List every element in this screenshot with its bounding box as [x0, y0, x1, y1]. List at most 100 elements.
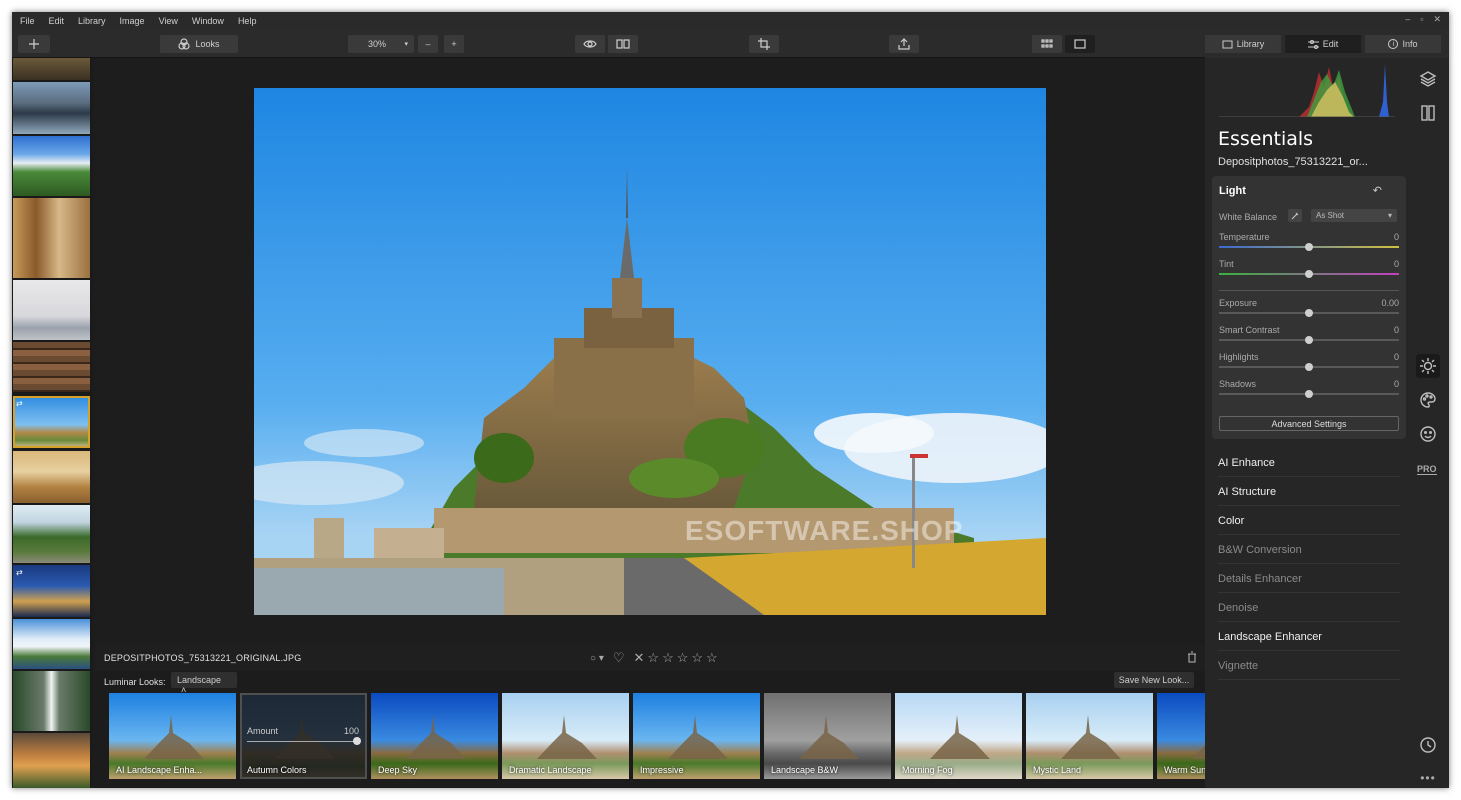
filmstrip-thumb-selected[interactable]: ⇄ — [13, 396, 90, 448]
save-new-look-button[interactable]: Save New Look... — [1114, 672, 1194, 688]
look-preset[interactable]: Morning Fog — [895, 693, 1022, 779]
slider-smart-contrast[interactable]: Smart Contrast 0 — [1219, 325, 1399, 347]
essentials-sun-icon[interactable] — [1416, 354, 1440, 378]
star-icon[interactable]: ☆ — [647, 650, 659, 666]
add-image-button[interactable] — [18, 35, 50, 53]
zoom-out-button[interactable]: – — [418, 35, 438, 53]
layers-icon[interactable] — [1416, 67, 1440, 91]
amount-slider-knob[interactable] — [353, 737, 361, 745]
slider-exposure[interactable]: Exposure 0.00 — [1219, 298, 1399, 320]
filter-denoise[interactable]: Denoise — [1218, 593, 1400, 622]
tool-sidebar: PRO ••• — [1407, 58, 1449, 788]
crop-button[interactable] — [749, 35, 779, 53]
history-clock-icon[interactable] — [1416, 733, 1440, 757]
color-label-icon[interactable]: ○ ▾ — [590, 653, 604, 664]
share-button[interactable] — [889, 35, 919, 53]
look-preset[interactable]: Mystic Land — [1026, 693, 1153, 779]
eyedropper-icon[interactable] — [1288, 209, 1302, 222]
creative-palette-icon[interactable] — [1416, 388, 1440, 412]
filmstrip-thumb[interactable] — [13, 342, 90, 392]
tab-library[interactable]: Library — [1205, 35, 1281, 53]
looks-category-select[interactable]: Landscape ˄ — [171, 672, 237, 695]
look-preset[interactable]: Landscape B&W — [764, 693, 891, 779]
slider-knob[interactable] — [1305, 309, 1313, 317]
preview-button[interactable] — [575, 35, 605, 53]
menu-edit[interactable]: Edit — [49, 16, 65, 26]
close-icon[interactable]: ✕ — [1433, 14, 1441, 25]
minimize-icon[interactable]: – — [1405, 14, 1410, 25]
edited-icon: ⇄ — [16, 399, 23, 408]
light-title[interactable]: Light — [1219, 185, 1246, 197]
filter-landscape-enhancer[interactable]: Landscape Enhancer — [1218, 622, 1400, 651]
canvas-icon[interactable] — [1416, 101, 1440, 125]
tab-info[interactable]: i Info — [1365, 35, 1441, 53]
image-info-bar: DEPOSITPHOTOS_75313221_ORIGINAL.JPG ○ ▾ … — [95, 645, 1205, 671]
menu-help[interactable]: Help — [238, 16, 257, 26]
slider-highlights[interactable]: Highlights 0 — [1219, 352, 1399, 374]
star-icon[interactable]: ☆ — [691, 650, 703, 666]
amount-slider-track[interactable] — [247, 741, 357, 742]
gallery-view-button[interactable] — [1032, 35, 1062, 53]
slider-knob[interactable] — [1305, 390, 1313, 398]
pro-tools-icon[interactable]: PRO — [1417, 464, 1437, 475]
slider-shadows[interactable]: Shadows 0 — [1219, 379, 1399, 401]
divider — [1219, 290, 1399, 291]
reset-icon[interactable]: ↶ — [1373, 184, 1382, 197]
filmstrip-thumb[interactable]: ⇄ — [13, 565, 90, 617]
star-icon[interactable]: ☆ — [706, 650, 718, 666]
trash-icon[interactable] — [1187, 651, 1197, 663]
filmstrip-thumb[interactable] — [13, 58, 90, 80]
slider-knob[interactable] — [1305, 243, 1313, 251]
filter-details-enhancer[interactable]: Details Enhancer — [1218, 564, 1400, 593]
filmstrip-thumb[interactable] — [13, 280, 90, 340]
compare-button[interactable] — [608, 35, 638, 53]
filmstrip-thumb[interactable] — [13, 671, 90, 731]
menu-image[interactable]: Image — [120, 16, 145, 26]
menu-window[interactable]: Window — [192, 16, 224, 26]
filmstrip-thumb[interactable] — [13, 505, 90, 563]
look-preset[interactable]: Dramatic Landscape — [502, 693, 629, 779]
slider-knob[interactable] — [1305, 363, 1313, 371]
filter-b-w-conversion[interactable]: B&W Conversion — [1218, 535, 1400, 564]
image-canvas[interactable]: ESOFTWARE.SHOP — [95, 58, 1205, 645]
star-icon[interactable]: ☆ — [662, 650, 674, 666]
menu-file[interactable]: File — [20, 16, 35, 26]
star-icon[interactable]: ☆ — [677, 650, 689, 666]
slider-temperature[interactable]: Temperature 0 — [1219, 232, 1399, 254]
look-preset[interactable]: Deep Sky — [371, 693, 498, 779]
slider-value: 0 — [1393, 325, 1399, 335]
more-options-icon[interactable]: ••• — [1416, 766, 1440, 788]
look-preset[interactable]: Impressive — [633, 693, 760, 779]
zoom-select[interactable]: 30% ▾ — [348, 35, 414, 53]
filmstrip-thumb[interactable] — [13, 733, 90, 788]
filmstrip-thumb[interactable] — [13, 198, 90, 278]
look-preset[interactable]: AI Landscape Enha... — [109, 693, 236, 779]
looks-button[interactable]: Looks — [160, 35, 238, 53]
slider-knob[interactable] — [1305, 336, 1313, 344]
look-preset[interactable]: Amount 100 Autumn Colors — [240, 693, 367, 779]
filter-vignette[interactable]: Vignette — [1218, 651, 1400, 680]
filmstrip-thumb[interactable] — [13, 136, 90, 196]
filter-ai-structure[interactable]: AI Structure — [1218, 477, 1400, 506]
slider-knob[interactable] — [1305, 270, 1313, 278]
maximize-icon[interactable]: ▫ — [1420, 14, 1423, 25]
filter-ai-enhance[interactable]: AI Enhance — [1218, 448, 1400, 477]
single-view-button[interactable] — [1065, 35, 1095, 53]
filmstrip-thumb[interactable] — [13, 451, 90, 503]
filter-color[interactable]: Color — [1218, 506, 1400, 535]
portrait-face-icon[interactable] — [1416, 422, 1440, 446]
menu-library[interactable]: Library — [78, 16, 106, 26]
white-balance-select[interactable]: As Shot ▾ — [1311, 209, 1397, 222]
advanced-settings-button[interactable]: Advanced Settings — [1219, 416, 1399, 431]
app-window: File Edit Library Image View Window Help… — [12, 12, 1449, 788]
filmstrip-thumb[interactable] — [13, 619, 90, 669]
tab-edit[interactable]: Edit — [1285, 35, 1361, 53]
slider-tint[interactable]: Tint 0 — [1219, 259, 1399, 281]
heart-icon[interactable]: ♡ — [613, 650, 625, 666]
filmstrip-thumb[interactable] — [13, 82, 90, 134]
plus-icon: + — [451, 39, 457, 49]
menu-view[interactable]: View — [159, 16, 178, 26]
looks-label: Luminar Looks: — [104, 677, 166, 687]
reject-icon[interactable]: ✕ — [634, 650, 645, 666]
zoom-in-button[interactable]: + — [444, 35, 464, 53]
